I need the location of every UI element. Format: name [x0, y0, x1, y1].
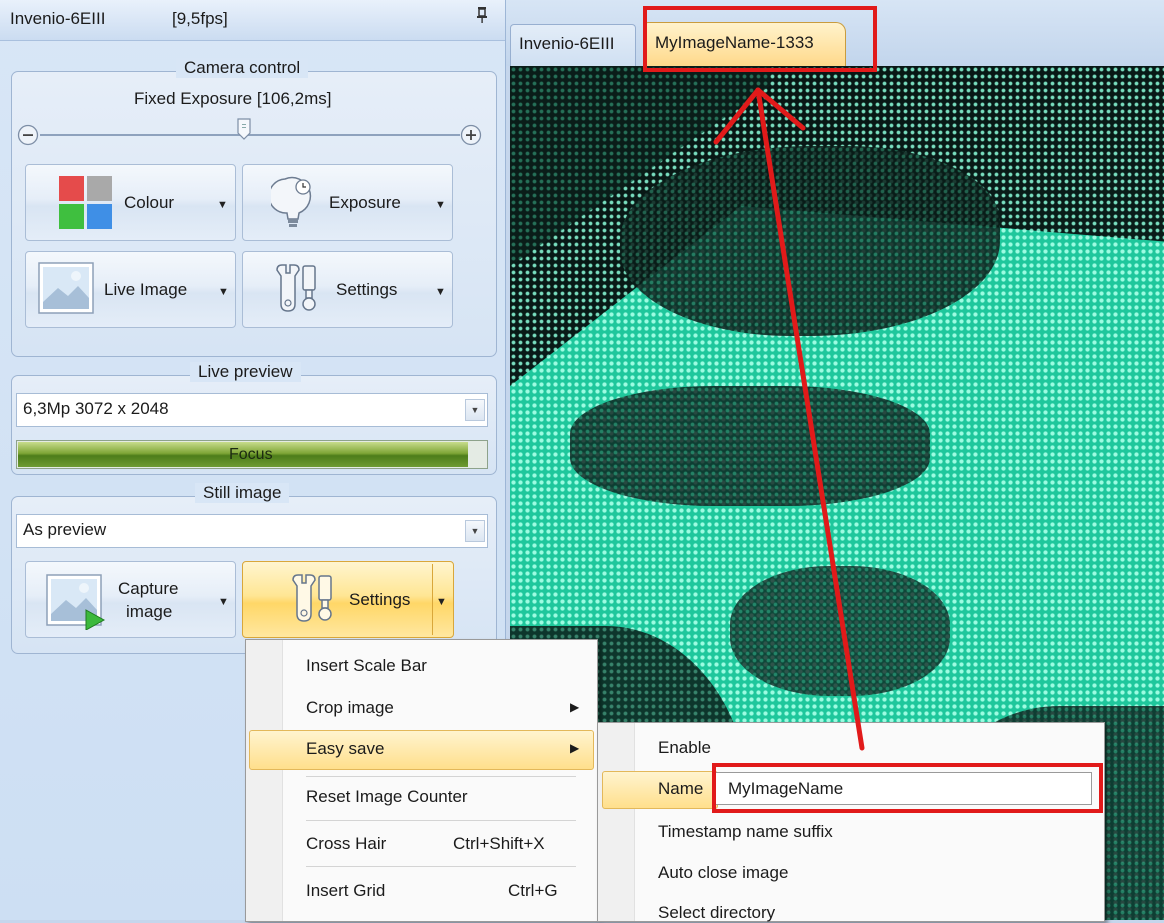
annotation-arrow: [713, 87, 865, 751]
